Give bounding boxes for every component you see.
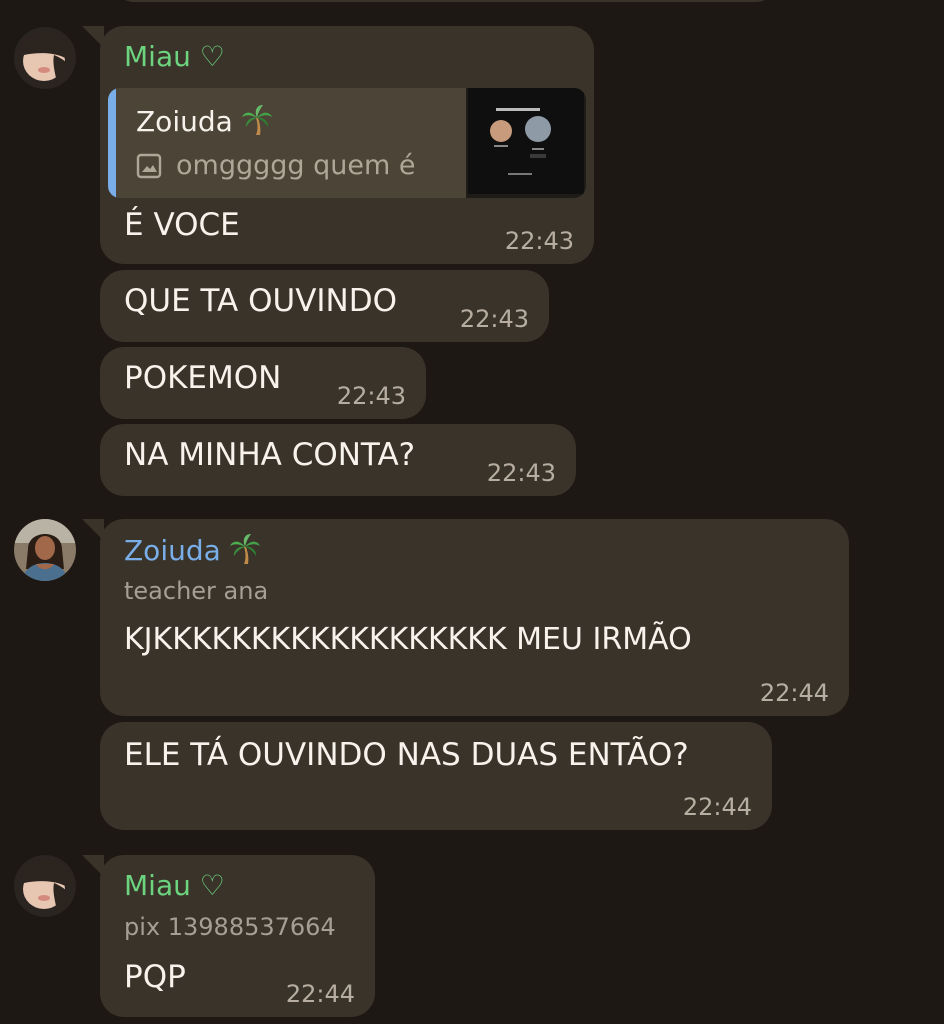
message-time: 22:43 — [504, 227, 574, 255]
chat-history: Miau ♡ Zoiuda omggggg quem é É VOCE 22:4… — [0, 0, 944, 1024]
message-bubble[interactable]: Zoiuda teacher ana KJKKKKKKKKKKKKKKKKKK … — [82, 519, 849, 716]
sender-name-text: Zoiuda — [124, 534, 221, 567]
message-bubble[interactable]: Miau ♡ Zoiuda omggggg quem é É VOCE 22:4… — [82, 26, 594, 264]
message-time: 22:43 — [336, 382, 406, 410]
message-time: 22:43 — [486, 459, 556, 487]
image-icon — [136, 153, 162, 179]
message-bubble[interactable]: POKEMON 22:43 — [100, 347, 426, 419]
reply-thumbnail — [466, 88, 586, 198]
previous-message-bubble[interactable] — [114, 0, 776, 2]
message-text: PQP — [124, 959, 186, 995]
message-time: 22:44 — [682, 793, 752, 821]
message-time: 22:43 — [459, 305, 529, 333]
sender-status: teacher ana — [124, 577, 269, 605]
sender-status: pix 13988537664 — [124, 913, 336, 941]
message-text: ELE TÁ OUVINDO NAS DUAS ENTÃO? — [124, 737, 689, 773]
palm-tree-icon — [229, 533, 261, 573]
message-text: POKEMON — [124, 360, 282, 396]
message-text: KJKKKKKKKKKKKKKKKKKK MEU IRMÃO — [124, 622, 692, 657]
avatar-miau[interactable] — [14, 27, 76, 89]
message-time: 22:44 — [285, 980, 355, 1008]
message-time: 22:44 — [759, 679, 829, 707]
message-text: NA MINHA CONTA? — [124, 437, 416, 473]
reply-accent-bar — [108, 88, 116, 198]
reply-preview[interactable]: Zoiuda omggggg quem é — [108, 88, 586, 198]
sender-name[interactable]: Miau ♡ — [124, 869, 225, 903]
palm-tree-icon — [241, 104, 273, 144]
reply-sender-name-text: Zoiuda — [136, 105, 233, 138]
message-bubble[interactable]: Miau ♡ pix 13988537664 PQP 22:44 — [82, 855, 375, 1017]
message-text: QUE TA OUVINDO — [124, 283, 398, 319]
reply-text: omggggg quem é — [176, 150, 416, 181]
reply-sender-name: Zoiuda — [136, 104, 273, 144]
avatar-miau[interactable] — [14, 855, 76, 917]
message-text: É VOCE — [124, 207, 240, 243]
sender-name[interactable]: Zoiuda — [124, 533, 261, 573]
sender-name[interactable]: Miau ♡ — [124, 40, 225, 74]
message-bubble[interactable]: NA MINHA CONTA? 22:43 — [100, 424, 576, 496]
avatar-zoiuda[interactable] — [14, 519, 76, 581]
message-bubble[interactable]: ELE TÁ OUVINDO NAS DUAS ENTÃO? 22:44 — [100, 722, 772, 830]
message-bubble[interactable]: QUE TA OUVINDO 22:43 — [100, 270, 549, 342]
